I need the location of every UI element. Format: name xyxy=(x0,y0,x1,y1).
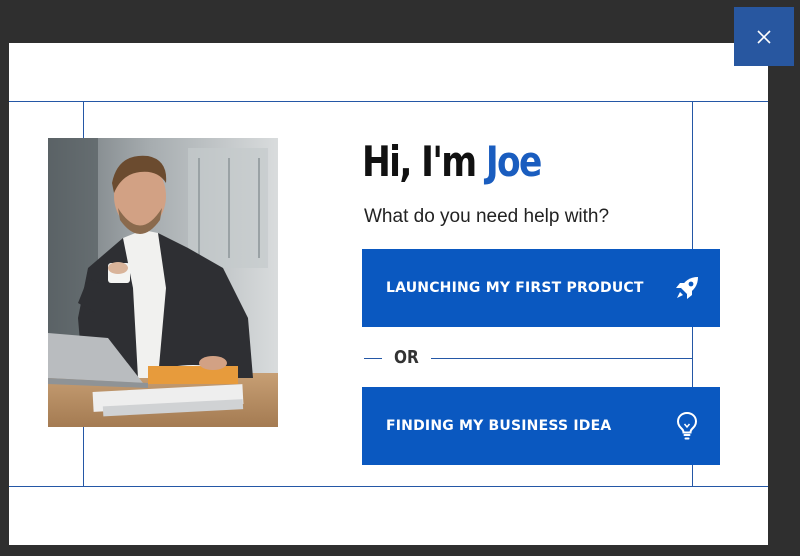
finding-business-idea-button[interactable]: FINDING MY BUSINESS IDEA xyxy=(362,387,720,465)
rocket-icon xyxy=(674,273,700,303)
finding-business-idea-label: FINDING MY BUSINESS IDEA xyxy=(386,418,612,434)
subtitle: What do you need help with? xyxy=(364,206,610,227)
close-button[interactable] xyxy=(734,7,794,66)
divider-or-text: OR xyxy=(394,347,419,368)
divider-line-right xyxy=(431,358,692,359)
launching-first-product-button[interactable]: LAUNCHING MY FIRST PRODUCT xyxy=(362,249,720,327)
divider-line-left xyxy=(364,358,382,359)
headline-prefix: Hi, I'm xyxy=(362,137,486,186)
headline: Hi, I'm Joe xyxy=(362,136,543,188)
profile-photo xyxy=(48,138,278,427)
launching-first-product-label: LAUNCHING MY FIRST PRODUCT xyxy=(386,280,644,296)
guide-line-top xyxy=(9,101,768,102)
lightbulb-icon xyxy=(674,411,700,441)
headline-name: Joe xyxy=(485,137,543,186)
close-icon xyxy=(757,29,771,44)
guide-line-bottom xyxy=(9,486,768,487)
